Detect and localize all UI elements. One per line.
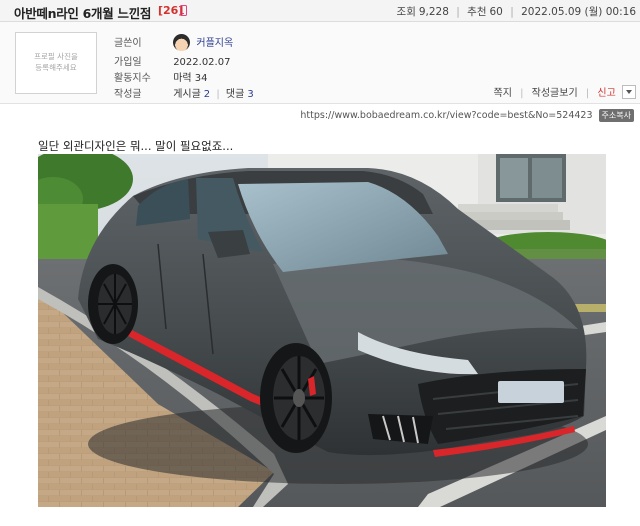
comments-count-link[interactable]: 3 — [247, 89, 253, 100]
activity-row: 활동지수 마력 34 — [114, 69, 208, 84]
profile-placeholder-line2: 등록해주세요 — [35, 63, 77, 72]
views-label: 조회 — [396, 6, 416, 18]
author-info-box: 프로필 사진을 등록해주세요 글쓴이 커플지옥 가입일 2022.02.07 활… — [0, 22, 640, 104]
post-url-row: https://www.bobaedream.co.kr/view?code=b… — [300, 109, 634, 122]
profile-photo-placeholder: 프로필 사진을 등록해주세요 — [15, 32, 97, 94]
post-title: 아반떼n라인 6개월 느낀점 — [14, 6, 152, 21]
posts-label: 작성글 — [114, 89, 142, 100]
post-stats: 조회 9,228 | 추천 60 | 2022.05.09 (월) 00:16 — [396, 6, 636, 18]
chevron-down-icon[interactable] — [622, 85, 636, 99]
views-count: 9,228 — [418, 6, 449, 18]
author-nickname[interactable]: 커플지옥 — [196, 38, 233, 49]
post-url[interactable]: https://www.bobaedream.co.kr/view?code=b… — [300, 110, 592, 121]
writer-row: 글쓴이 커플지옥 — [114, 33, 233, 52]
copy-url-button[interactable]: 주소복사 — [598, 109, 634, 122]
posts-count-link[interactable]: 2 — [204, 89, 210, 100]
author-actions: 쪽지 | 작성글보기 | 신고 — [494, 84, 636, 100]
activity-value: 마력 34 — [173, 73, 208, 84]
recommend-count: 60 — [489, 6, 503, 18]
post-date: 2022.05.09 (월) 00:16 — [521, 6, 636, 18]
activity-label: 활동지수 — [114, 73, 151, 84]
profile-placeholder-line1: 프로필 사진을 — [34, 52, 78, 62]
car-photo-illustration — [38, 154, 606, 507]
post-photo[interactable] — [38, 154, 606, 507]
posts-text: 게시글 — [173, 89, 201, 100]
recommend-label: 추천 — [467, 6, 487, 18]
post-body-text: 일단 외관디자인은 뭐... 말이 필요없죠... — [38, 139, 234, 153]
mobile-phone-icon — [180, 5, 187, 16]
comments-text: 댓글 — [225, 89, 245, 100]
posts-row: 작성글 게시글 2 | 댓글 3 — [114, 85, 254, 100]
joined-date: 2022.02.07 — [173, 57, 231, 68]
joined-label: 가입일 — [114, 57, 142, 68]
joined-row: 가입일 2022.02.07 — [114, 53, 230, 68]
writer-label: 글쓴이 — [114, 38, 142, 49]
note-link[interactable]: 쪽지 — [494, 88, 512, 99]
post-title-bar: 아반떼n라인 6개월 느낀점 [26] 조회 9,228 | 추천 60 | 202… — [0, 0, 640, 22]
avatar[interactable] — [173, 33, 191, 51]
view-posts-link[interactable]: 작성글보기 — [532, 88, 578, 99]
report-link[interactable]: 신고 — [597, 88, 615, 99]
